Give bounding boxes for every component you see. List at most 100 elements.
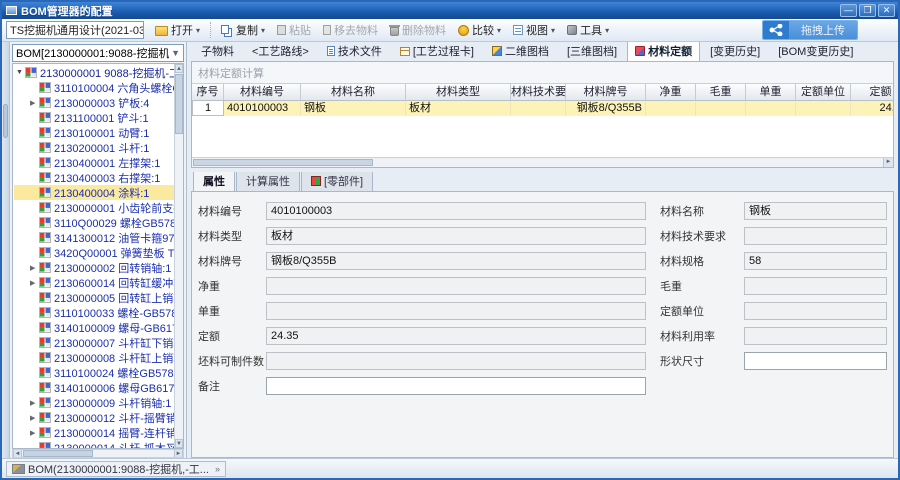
column-header[interactable]: 净重 — [646, 84, 696, 101]
bom-tree-item[interactable]: 3140100006 螺母GB6170-M12-8:12 — [14, 380, 174, 395]
field-value[interactable] — [744, 227, 887, 245]
bom-select-combobox[interactable]: BOM[2130000001:9088-挖掘机-工作装置 ▼ — [12, 44, 184, 62]
design-library-combobox[interactable]: TS挖掘机通用设计(2021-03-17 2 ⌄ — [6, 21, 144, 39]
table-row[interactable]: 14010100003钢板板材钢板8/Q355B24.35 — [192, 101, 893, 116]
field-value[interactable] — [744, 277, 887, 295]
column-header[interactable]: 材料技术要... — [511, 84, 566, 101]
field-value[interactable] — [266, 377, 646, 395]
tab[interactable]: [三维图档] — [559, 42, 625, 61]
table-horizontal-scrollbar[interactable]: ► — [192, 157, 893, 167]
detail-tab[interactable]: 属性 — [193, 172, 235, 191]
tree-expander-icon[interactable] — [16, 69, 25, 76]
bom-tree-item[interactable]: 2130000003 铲板:4 — [14, 95, 174, 110]
bom-tree-item[interactable]: 2130000001 小齿轮前支撑抓木叉:1 — [14, 200, 174, 215]
detail-tab[interactable]: 计算属性 — [236, 172, 300, 191]
splitter-grip[interactable] — [3, 104, 8, 138]
toolbar-button[interactable]: 视图 — [508, 20, 560, 40]
toolbar-button[interactable]: 比较 — [453, 20, 506, 40]
field-value[interactable] — [266, 352, 646, 370]
open-button[interactable]: 打开 — [150, 20, 205, 40]
tab[interactable]: [工艺过程卡] — [392, 42, 482, 61]
toolbar-button[interactable]: 删除物料 — [385, 20, 451, 40]
field-value[interactable]: 4010100003 — [266, 202, 646, 220]
column-header[interactable]: 序号 — [192, 84, 224, 101]
field-value[interactable] — [744, 327, 887, 345]
scroll-thumb[interactable] — [193, 159, 373, 166]
field-value[interactable] — [266, 302, 646, 320]
tab[interactable]: [BOM变更历史] — [770, 42, 861, 61]
toolbar-button[interactable]: 移去物料 — [318, 20, 383, 40]
status-bom-tab[interactable]: BOM(2130000001:9088-挖掘机,-工... » — [6, 461, 226, 477]
close-button[interactable]: ✕ — [878, 4, 895, 17]
tab[interactable]: [变更历史] — [702, 42, 768, 61]
tree-vertical-scrollbar[interactable]: ▲ ▼ — [174, 64, 183, 448]
minimize-button[interactable]: — — [840, 4, 857, 17]
bom-tree-item[interactable]: 2130600014 回转缸缓冲轴:1 — [14, 275, 174, 290]
bom-tree-item[interactable]: 3420Q00001 弹簧垫板 T:2 — [14, 245, 174, 260]
bom-tree-item[interactable]: 2130200001 斗杆:1 — [14, 140, 174, 155]
field-value[interactable] — [266, 277, 646, 295]
drag-upload-button[interactable]: 拖拽上传 — [762, 20, 858, 40]
field-value[interactable]: 板材 — [266, 227, 646, 245]
scroll-left-icon[interactable]: ◄ — [13, 450, 22, 457]
scroll-thumb[interactable] — [175, 74, 183, 134]
bom-tree-item[interactable]: 2130000005 回转缸上销轴:1 — [14, 290, 174, 305]
tree-expander-icon[interactable] — [30, 414, 39, 422]
tab[interactable]: <工艺路线> — [244, 42, 317, 61]
column-header[interactable]: 定额 — [851, 84, 893, 101]
scroll-up-icon[interactable]: ▲ — [175, 64, 183, 73]
tree-expander-icon[interactable] — [30, 99, 39, 107]
tab[interactable]: 二维图档 — [484, 42, 557, 61]
column-header[interactable]: 材料名称 — [301, 84, 406, 101]
bom-tree-item[interactable]: 2130100001 动臂:1 — [14, 125, 174, 140]
panel-splitter[interactable] — [2, 42, 10, 458]
column-header[interactable]: 材料牌号 — [566, 84, 646, 101]
toolbar-button[interactable]: 复制 — [216, 20, 270, 40]
toolbar-button[interactable]: 粘贴 — [272, 20, 316, 40]
tree-expander-icon[interactable] — [30, 399, 39, 407]
bom-tree-item[interactable]: 2130000014 摇臂-连杆销轴:1 — [14, 425, 174, 440]
bom-tree-item[interactable]: 2130400001 左撑架:1 — [14, 155, 174, 170]
tree-expander-icon[interactable] — [30, 429, 39, 437]
tab[interactable]: 材料定额 — [627, 42, 700, 61]
column-header[interactable]: 毛重 — [696, 84, 746, 101]
bom-tree-item[interactable]: 2130000002 回转销轴:1 — [14, 260, 174, 275]
bom-tree-item[interactable]: 2130000001 9088-挖掘机-工作装置 — [14, 65, 174, 80]
toolbar-button[interactable]: 工具 — [562, 20, 614, 40]
column-header[interactable]: 单重 — [746, 84, 796, 101]
tree-horizontal-scrollbar[interactable]: ◄ ► — [12, 449, 184, 458]
bom-tree-item[interactable]: 3110100004 六角头螺栓GB5782-M8 — [14, 80, 174, 95]
bom-tree-item[interactable]: 3141300012 油管卡箍97.1-12:4 — [14, 230, 174, 245]
bom-tree-item[interactable]: 2130400003 右撑架:1 — [14, 170, 174, 185]
field-value[interactable] — [744, 352, 887, 370]
bom-tree-item[interactable]: 2130400004 涂料:1 — [14, 185, 174, 200]
tree-expander-icon[interactable] — [30, 279, 39, 287]
scroll-right-icon[interactable]: ► — [883, 158, 893, 167]
tab[interactable]: 技术文件 — [319, 42, 390, 61]
field-value[interactable]: 24.35 — [266, 327, 646, 345]
bom-tree-item[interactable]: 3110100024 螺栓GB5782-M12*110 — [14, 365, 174, 380]
bom-tree-item[interactable]: 2130000007 斗杆缸下销轴:1 — [14, 335, 174, 350]
scroll-down-icon[interactable]: ▼ — [175, 439, 183, 448]
bom-tree-item[interactable]: 2130000008 斗杆缸上销轴:1 — [14, 350, 174, 365]
column-header[interactable]: 材料编号 — [224, 84, 301, 101]
column-header[interactable]: 定额单位 — [796, 84, 851, 101]
field-value[interactable]: 58 — [744, 252, 887, 270]
tree-expander-icon[interactable] — [30, 264, 39, 272]
bom-tree-item[interactable]: 2130000009 斗杆销轴:1 — [14, 395, 174, 410]
bom-tree-item[interactable]: 2130000012 斗杆-摇臂销轴:1 — [14, 410, 174, 425]
field-value[interactable] — [744, 302, 887, 320]
bom-tree-item[interactable]: 3110Q00029 螺栓GB5783-M12*25-8 — [14, 215, 174, 230]
field-value[interactable]: 钢板 — [744, 202, 887, 220]
detail-tab[interactable]: [零部件] — [301, 172, 373, 191]
maximize-button[interactable]: ❐ — [859, 4, 876, 17]
scroll-thumb[interactable] — [23, 450, 93, 457]
column-header[interactable]: 材料类型 — [406, 84, 511, 101]
bom-tree-item[interactable]: 2131100001 铲斗:1 — [14, 110, 174, 125]
bom-tree-item[interactable]: 3140100009 螺母-GB6170 M14-8:6 — [14, 320, 174, 335]
bom-tree-item[interactable]: 2130000014 斗杆-抓木叉销轴:2 — [14, 440, 174, 448]
bom-tree-item[interactable]: 3110100033 螺栓-GB5782 M14*120 — [14, 305, 174, 320]
scroll-right-icon[interactable]: ► — [174, 450, 183, 457]
field-value[interactable]: 钢板8/Q355B — [266, 252, 646, 270]
tab[interactable]: 子物料 — [193, 42, 242, 61]
